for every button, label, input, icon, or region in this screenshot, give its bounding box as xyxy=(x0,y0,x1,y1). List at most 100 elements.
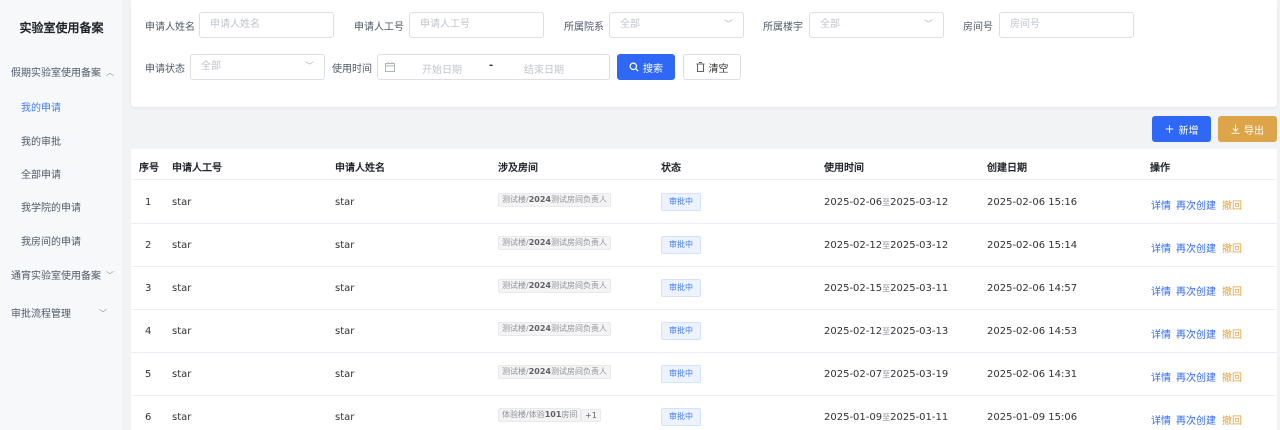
chevron-down-icon: ﹀ xyxy=(99,309,107,318)
sidebar-item-all-applications[interactable]: 全部申请 xyxy=(21,166,61,181)
calendar-icon xyxy=(385,62,395,72)
date-range-picker[interactable]: 开始日期 - 结束日期 xyxy=(377,54,610,80)
search-button[interactable]: 搜索 xyxy=(617,54,675,80)
usage-time-label: 使用时间 xyxy=(332,64,372,75)
usage-start-date: 2025-02-12 xyxy=(824,240,883,251)
room-tag: 测试楼/2024测试房间负责人 xyxy=(498,279,611,293)
row-emp-id: star xyxy=(172,240,192,251)
sidebar-item-my-applications[interactable]: 我的申请 xyxy=(21,99,61,114)
room-tag-prefix: 测试楼/ xyxy=(502,238,529,247)
row-emp-id: star xyxy=(172,283,192,294)
sidebar-group-overnight[interactable]: 通宵实验室使用备案 ﹀ xyxy=(11,267,114,282)
table-row: 6 star star 体验楼/体验101房间 +1 审批中 2025-01-09至2025… xyxy=(131,396,1277,430)
row-emp-id: star xyxy=(172,369,192,380)
recreate-link[interactable]: 再次创建 xyxy=(1176,369,1216,384)
applicant-name-label: 申请人姓名 xyxy=(145,22,195,33)
row-number: 2 xyxy=(145,240,152,251)
recreate-link[interactable]: 再次创建 xyxy=(1176,412,1216,427)
sidebar-item-college-applications[interactable]: 我学院的申请 xyxy=(21,199,81,214)
download-icon xyxy=(1231,124,1240,134)
add-button-label: 新增 xyxy=(1178,125,1199,137)
table-row: 5 star star 测试楼/2024测试房间负责人 审批中 2025-02-07至20… xyxy=(131,353,1277,396)
clear-button[interactable]: 清空 xyxy=(683,54,741,80)
sidebar-group-label: 审批流程管理 xyxy=(11,309,71,320)
status-badge: 审批中 xyxy=(661,279,701,297)
withdraw-link[interactable]: 撤回 xyxy=(1222,283,1242,298)
room-tag: 测试楼/2024测试房间负责人 xyxy=(498,193,611,207)
usage-to: 至 xyxy=(882,284,891,293)
college-select-value: 全部 xyxy=(620,19,640,30)
row-name: star xyxy=(335,283,355,294)
row-number: 5 xyxy=(145,369,152,380)
withdraw-link[interactable]: 撤回 xyxy=(1222,197,1242,212)
room-tag-prefix: 体验楼/体验 xyxy=(502,410,545,419)
usage-start-date: 2025-02-07 xyxy=(824,369,883,380)
trash-icon xyxy=(696,62,704,72)
room-tag: 测试楼/2024测试房间负责人 xyxy=(498,322,611,336)
room-tag-suffix: 测试房间负责人 xyxy=(550,281,607,290)
usage-start-date: 2025-02-12 xyxy=(824,326,883,337)
detail-link[interactable]: 详情 xyxy=(1151,369,1171,384)
recreate-link[interactable]: 再次创建 xyxy=(1176,326,1216,341)
app-title: 实验室使用备案 xyxy=(19,21,104,35)
start-date-input[interactable]: 开始日期 xyxy=(422,61,462,76)
detail-link[interactable]: 详情 xyxy=(1151,240,1171,255)
export-button[interactable]: 导出 xyxy=(1218,116,1277,142)
status-badge: 审批中 xyxy=(661,408,701,426)
room-tag-number: 2024 xyxy=(528,281,551,290)
applicant-id-label: 申请人工号 xyxy=(354,22,404,33)
applicant-id-input[interactable]: 申请人工号 xyxy=(409,12,544,38)
column-header-emp-id: 申请人工号 xyxy=(172,163,222,174)
applicant-name-input[interactable]: 申请人姓名 xyxy=(199,12,334,38)
chevron-up-icon: ︿ xyxy=(106,68,114,77)
recreate-link[interactable]: 再次创建 xyxy=(1176,283,1216,298)
usage-start-date: 2025-02-15 xyxy=(824,283,883,294)
detail-link[interactable]: 详情 xyxy=(1151,197,1171,212)
sidebar-group-label: 通宵实验室使用备案 xyxy=(11,271,101,282)
withdraw-link[interactable]: 撤回 xyxy=(1222,326,1242,341)
room-tag-number: 2024 xyxy=(528,195,551,204)
room-tag-suffix: 房间 xyxy=(561,410,578,419)
chevron-down-icon: ﹀ xyxy=(304,62,314,72)
detail-link[interactable]: 详情 xyxy=(1151,283,1171,298)
row-created-date: 2025-02-06 15:16 xyxy=(987,197,1078,208)
end-date-input[interactable]: 结束日期 xyxy=(524,61,564,76)
row-usage-time: 2025-02-15至2025-03-11 xyxy=(824,283,948,294)
column-header-room: 涉及房间 xyxy=(498,163,538,174)
room-tag-prefix: 测试楼/ xyxy=(502,367,529,376)
search-button-label: 搜索 xyxy=(643,63,663,75)
row-usage-time: 2025-02-07至2025-03-19 xyxy=(824,369,948,380)
row-usage-time: 2025-02-12至2025-03-13 xyxy=(824,326,948,337)
table-row: 1 star star 测试楼/2024测试房间负责人 审批中 2025-02-06至20… xyxy=(131,181,1277,224)
usage-end-date: 2025-03-13 xyxy=(890,326,949,337)
row-name: star xyxy=(335,369,355,380)
table-row: 4 star star 测试楼/2024测试房间负责人 审批中 2025-02-12至20… xyxy=(131,310,1277,353)
college-select[interactable]: 全部 ﹀ xyxy=(609,12,744,38)
status-badge: 审批中 xyxy=(661,365,701,383)
add-button[interactable]: + 新增 xyxy=(1152,116,1211,142)
sidebar-group-holiday[interactable]: 假期实验室使用备案 ︿ xyxy=(11,64,114,79)
usage-start-date: 2025-02-06 xyxy=(824,197,883,208)
extra-rooms-tag[interactable]: +1 xyxy=(581,409,601,422)
room-tag-number: 101 xyxy=(544,410,562,419)
detail-link[interactable]: 详情 xyxy=(1151,326,1171,341)
building-select[interactable]: 全部 ﹀ xyxy=(809,12,944,38)
sidebar-group-approval-flow[interactable]: 审批流程管理 ﹀ xyxy=(11,305,107,320)
detail-link[interactable]: 详情 xyxy=(1151,412,1171,427)
row-created-date: 2025-02-06 14:53 xyxy=(987,326,1078,337)
status-select[interactable]: 全部 ﹀ xyxy=(190,54,325,80)
withdraw-link[interactable]: 撤回 xyxy=(1222,369,1242,384)
sidebar-item-my-approvals[interactable]: 我的审批 xyxy=(21,133,61,148)
status-label: 申请状态 xyxy=(145,64,185,75)
room-tag-number: 2024 xyxy=(528,324,551,333)
room-tag: 测试楼/2024测试房间负责人 xyxy=(498,236,611,250)
chevron-down-icon: ﹀ xyxy=(723,20,733,30)
recreate-link[interactable]: 再次创建 xyxy=(1176,240,1216,255)
recreate-link[interactable]: 再次创建 xyxy=(1176,197,1216,212)
usage-to: 至 xyxy=(882,198,891,207)
room-input[interactable]: 房间号 xyxy=(999,12,1134,38)
column-header-actions: 操作 xyxy=(1150,163,1170,174)
withdraw-link[interactable]: 撤回 xyxy=(1222,240,1242,255)
sidebar-item-room-applications[interactable]: 我房间的申请 xyxy=(21,233,81,248)
withdraw-link[interactable]: 撤回 xyxy=(1222,412,1242,427)
